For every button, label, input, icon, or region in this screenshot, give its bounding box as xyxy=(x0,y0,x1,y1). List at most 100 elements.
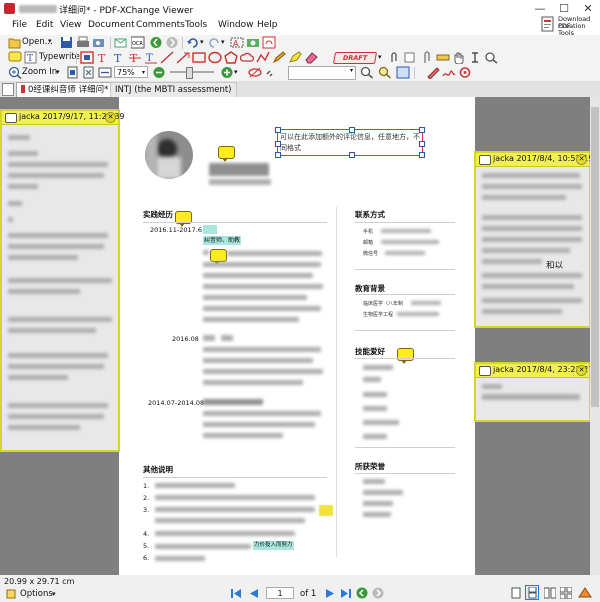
sticky-note-icon[interactable] xyxy=(8,51,22,64)
sticky-note-marker[interactable] xyxy=(210,249,227,265)
resize-handle[interactable] xyxy=(419,141,425,147)
note-header[interactable]: jacka 2017/8/4, 23:23:27 ✕ xyxy=(476,364,593,378)
forward-icon[interactable] xyxy=(165,36,179,49)
menu-help[interactable]: Help xyxy=(257,20,278,30)
options-button[interactable]: Options xyxy=(20,589,53,599)
text-insert-icon[interactable]: T xyxy=(112,51,126,64)
oval-icon[interactable] xyxy=(208,51,222,64)
comments-pane-icon[interactable] xyxy=(578,587,592,599)
zoom-level-select[interactable]: 75% ▾ xyxy=(114,66,148,78)
menu-view[interactable]: View xyxy=(60,20,81,30)
resize-handle[interactable] xyxy=(349,127,355,133)
resize-handle[interactable] xyxy=(349,152,355,158)
tab-intj-document[interactable]: INTJ (the MBTI assessment) xyxy=(110,82,237,97)
options-icon[interactable] xyxy=(6,589,16,599)
scan-icon[interactable] xyxy=(92,36,106,49)
page-number-input[interactable]: 1 xyxy=(266,587,294,599)
undo-dropdown-icon[interactable]: ▾ xyxy=(200,38,204,46)
close-note-icon[interactable]: ✕ xyxy=(105,112,116,123)
rectangle-icon[interactable] xyxy=(192,51,206,64)
close-note-icon[interactable]: ✕ xyxy=(576,365,587,376)
advanced-search-icon[interactable] xyxy=(378,66,392,79)
facing-view-icon[interactable] xyxy=(544,587,556,599)
resize-handle[interactable] xyxy=(419,152,425,158)
signature-icon[interactable] xyxy=(442,66,456,79)
menu-document[interactable]: Document xyxy=(88,20,135,30)
scrollbar-thumb[interactable] xyxy=(591,107,599,407)
rotate-icon[interactable] xyxy=(262,36,276,49)
line-icon[interactable] xyxy=(160,51,174,64)
zoom-plus-dropdown-icon[interactable]: ▾ xyxy=(234,68,238,76)
pdf-page[interactable]: 可以在此添加额外的评论信息，任意地方，不同格式 实践经历 2016.11-201… xyxy=(119,97,475,575)
select-text-icon[interactable]: A xyxy=(230,36,244,49)
comment-note-3[interactable]: jacka 2017/8/4, 23:23:27 ✕ xyxy=(474,362,593,422)
resize-handle[interactable] xyxy=(275,127,281,133)
print-icon[interactable] xyxy=(76,36,90,49)
zoom-in-dropdown-icon[interactable]: ▾ xyxy=(56,68,60,76)
vertical-scrollbar[interactable] xyxy=(590,97,600,575)
stamp-draft-button[interactable]: DRAFT xyxy=(332,52,378,64)
settings-icon[interactable] xyxy=(458,66,472,79)
sound-icon[interactable] xyxy=(404,51,418,64)
undo-icon[interactable] xyxy=(186,36,200,49)
continuous-facing-view-icon[interactable] xyxy=(560,587,572,599)
file-attachment-icon[interactable] xyxy=(388,51,402,64)
last-page-icon[interactable] xyxy=(340,588,352,599)
highlighter-icon[interactable] xyxy=(288,51,302,64)
next-page-icon[interactable] xyxy=(324,588,336,599)
resize-handle[interactable] xyxy=(419,127,425,133)
menu-comments[interactable]: Comments xyxy=(136,20,185,30)
first-page-icon[interactable] xyxy=(230,588,242,599)
polygon-icon[interactable] xyxy=(224,51,238,64)
close-note-icon[interactable]: ✕ xyxy=(576,154,587,165)
folder-open-icon[interactable] xyxy=(8,36,22,49)
download-pdf-creation-tools[interactable]: Download PDF Creation Tools xyxy=(538,15,600,37)
app-icon[interactable] xyxy=(4,3,15,14)
sticky-note-marker[interactable] xyxy=(218,146,235,162)
email-icon[interactable] xyxy=(114,36,128,49)
zoom-in-button[interactable]: Zoom In xyxy=(22,67,57,77)
zoom-in-icon[interactable] xyxy=(8,66,22,79)
polyline-icon[interactable] xyxy=(256,51,270,64)
resize-handle[interactable] xyxy=(275,152,281,158)
callout-icon[interactable] xyxy=(80,51,94,64)
strikeout-icon[interactable]: T xyxy=(128,51,142,64)
cloud-icon[interactable] xyxy=(240,51,254,64)
text-select-icon[interactable] xyxy=(468,51,482,64)
comment-note-2[interactable]: jacka 2017/8/4, 10:52:19 ✕ 和以 xyxy=(474,151,593,328)
underline-icon[interactable]: T xyxy=(144,51,158,64)
continuous-view-button[interactable] xyxy=(525,585,539,600)
typewriter-icon[interactable]: T xyxy=(24,51,38,64)
pencil-icon[interactable] xyxy=(272,51,286,64)
note-header[interactable]: jacka 2017/8/4, 10:52:19 ✕ xyxy=(476,153,593,167)
font-select[interactable]: ▾ xyxy=(288,66,356,80)
sign-icon[interactable] xyxy=(426,66,440,79)
snapshot-icon[interactable] xyxy=(246,36,260,49)
hide-links-icon[interactable] xyxy=(248,66,262,79)
eraser-icon[interactable] xyxy=(304,51,318,64)
tab-resume-document[interactable]: 0经课纠音师 详细问* xyxy=(16,82,114,97)
text-annotation-box[interactable]: 可以在此添加额外的评论信息，任意地方，不同格式 xyxy=(275,127,425,158)
zoom-out-icon[interactable] xyxy=(152,66,166,79)
back-view-icon[interactable] xyxy=(356,587,368,599)
redo-icon[interactable] xyxy=(207,36,221,49)
link-icon[interactable] xyxy=(264,66,278,79)
stamp-dropdown-icon[interactable]: ▾ xyxy=(378,53,382,61)
menu-file[interactable]: File xyxy=(12,20,27,30)
tab-list-icon[interactable] xyxy=(2,83,14,96)
menu-tools[interactable]: Tools xyxy=(185,20,207,30)
properties-icon[interactable] xyxy=(396,66,410,79)
ocr-icon[interactable]: OCR xyxy=(131,36,145,49)
forward-view-icon[interactable] xyxy=(372,587,384,599)
arrow-icon[interactable] xyxy=(176,51,190,64)
hand-icon[interactable] xyxy=(452,51,466,64)
single-page-view-icon[interactable] xyxy=(510,587,522,599)
menu-window[interactable]: Window xyxy=(218,20,254,30)
fit-page-icon[interactable] xyxy=(82,66,96,79)
fit-width-icon[interactable] xyxy=(98,66,112,79)
sticky-note-marker[interactable] xyxy=(397,348,414,364)
resize-handle[interactable] xyxy=(275,141,281,147)
previous-page-icon[interactable] xyxy=(248,588,260,599)
menu-edit[interactable]: Edit xyxy=(36,20,53,30)
note-header[interactable]: jacka 2017/9/17, 11:23:39 ✕ xyxy=(2,111,125,125)
